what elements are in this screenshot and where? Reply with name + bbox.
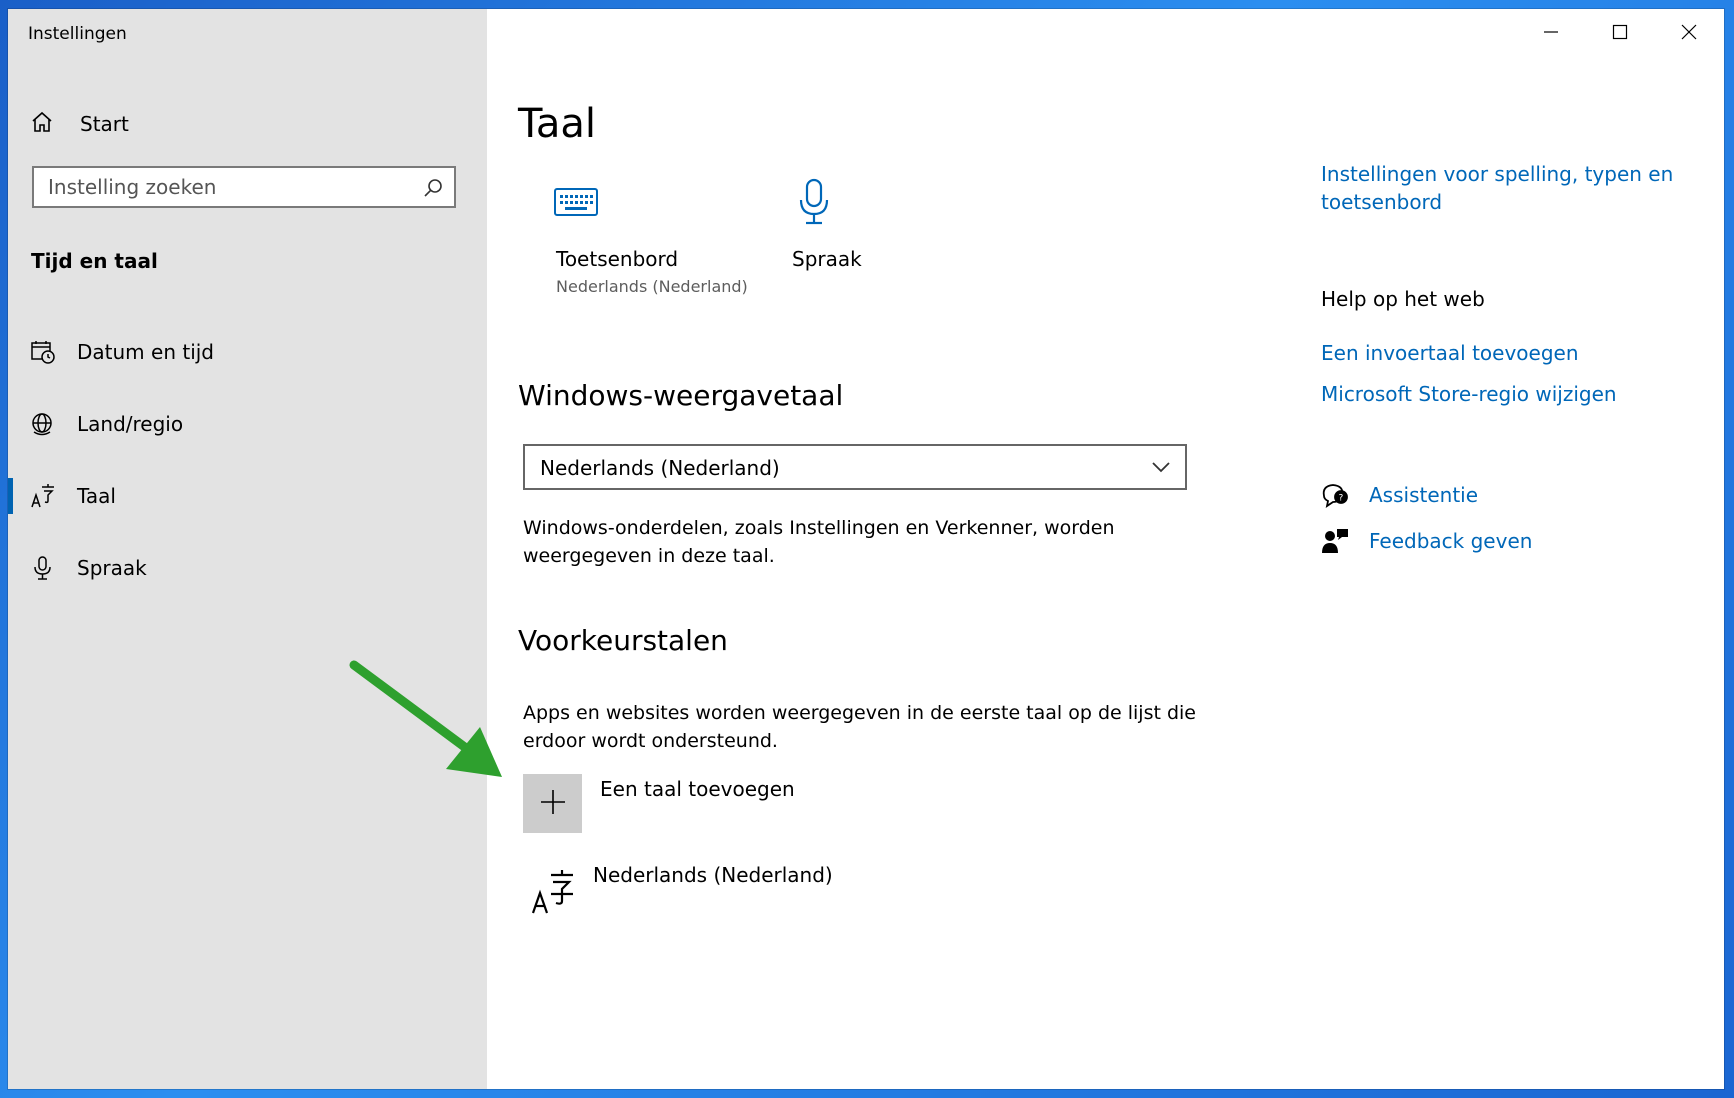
svg-text:?: ? <box>1339 494 1344 504</box>
sidebar-item-taal[interactable]: Taal <box>8 468 487 524</box>
sidebar: Instellingen Start Tijd en taal <box>8 9 487 1089</box>
spelling-settings-link[interactable]: Instellingen voor spelling, typen en toe… <box>1321 160 1673 216</box>
language-icon <box>30 483 56 509</box>
preferred-languages-heading: Voorkeurstalen <box>518 624 728 657</box>
globe-icon <box>30 411 56 437</box>
home-icon <box>30 110 54 138</box>
help-link-add-input-language[interactable]: Een invoertaal toevoegen <box>1321 339 1579 367</box>
calendar-clock-icon <box>30 339 56 365</box>
nav-home[interactable]: Start <box>30 104 129 144</box>
display-language-select[interactable]: Nederlands (Nederland) <box>523 444 1187 490</box>
add-language-label[interactable]: Een taal toevoegen <box>600 777 795 801</box>
sidebar-item-land-regio[interactable]: Land/regio <box>8 396 487 452</box>
assist-label: Assistentie <box>1369 483 1479 507</box>
page-title: Taal <box>518 101 596 147</box>
search-input[interactable] <box>34 168 432 206</box>
add-language-button[interactable] <box>523 774 582 833</box>
search-box <box>32 166 456 208</box>
sidebar-item-label: Datum en tijd <box>77 340 215 364</box>
sidebar-item-label: Spraak <box>77 556 147 580</box>
quick-keyboard-title: Toetsenbord <box>556 247 679 271</box>
sidebar-item-label: Taal <box>77 484 116 508</box>
display-language-heading: Windows-weergavetaal <box>518 379 844 412</box>
sidebar-section-title: Tijd en taal <box>31 249 158 273</box>
minimize-icon <box>1543 24 1559 44</box>
link-line: toetsenbord <box>1321 190 1443 214</box>
microphone-icon <box>796 178 832 230</box>
preferred-languages-description: Apps en websites worden weergegeven in d… <box>523 699 1196 755</box>
feedback-label: Feedback geven <box>1369 529 1533 553</box>
link-line: Instellingen voor spelling, typen en <box>1321 162 1674 186</box>
app-title: Instellingen <box>28 24 127 44</box>
minimize-button[interactable] <box>1528 19 1574 49</box>
description-line: Apps en websites worden weergegeven in d… <box>523 702 1196 724</box>
sidebar-item-spraak[interactable]: Spraak <box>8 540 487 596</box>
sidebar-item-datum-en-tijd[interactable]: Datum en tijd <box>8 324 487 380</box>
chevron-down-icon <box>1151 459 1171 478</box>
search-icon[interactable] <box>422 177 444 203</box>
sidebar-item-label: Land/regio <box>77 412 184 436</box>
help-link-store-region[interactable]: Microsoft Store-regio wijzigen <box>1321 380 1617 408</box>
description-line: weergegeven in deze taal. <box>523 545 775 567</box>
display-language-description: Windows-onderdelen, zoals Instellingen e… <box>523 514 1115 570</box>
description-line: Windows-onderdelen, zoals Instellingen e… <box>523 517 1115 539</box>
microphone-icon <box>30 555 56 581</box>
display-language-value: Nederlands (Nederland) <box>540 456 780 480</box>
maximize-icon <box>1612 24 1628 44</box>
chat-help-icon: ? <box>1321 482 1349 512</box>
help-heading: Help op het web <box>1321 287 1485 311</box>
quick-keyboard[interactable]: Toetsenbord Nederlands (Nederland) <box>544 179 754 299</box>
settings-window: Instellingen Start Tijd en taal <box>8 9 1724 1089</box>
quick-speech[interactable]: Spraak <box>784 174 894 274</box>
list-item[interactable]: Nederlands (Nederland) <box>523 859 1193 925</box>
quick-speech-title: Spraak <box>792 247 862 271</box>
description-line: erdoor wordt ondersteund. <box>523 730 778 752</box>
arrow-annotation-icon <box>348 659 508 783</box>
quick-keyboard-subtitle: Nederlands (Nederland) <box>556 277 748 296</box>
close-icon <box>1681 24 1697 44</box>
nav-home-label: Start <box>80 112 129 136</box>
keyboard-icon <box>554 187 598 221</box>
language-name: Nederlands (Nederland) <box>593 863 833 887</box>
maximize-button[interactable] <box>1597 19 1643 49</box>
language-icon <box>531 869 575 921</box>
close-button[interactable] <box>1666 19 1712 49</box>
feedback-icon <box>1321 528 1349 558</box>
plus-icon <box>540 789 566 819</box>
